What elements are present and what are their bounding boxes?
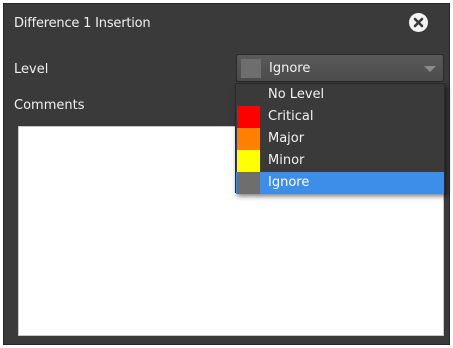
level-option-ignore[interactable]: Ignore xyxy=(236,172,444,194)
level-option-swatch xyxy=(237,128,260,150)
chevron-down-icon xyxy=(424,66,436,72)
level-option-swatch xyxy=(237,172,260,194)
level-option-critical[interactable]: Critical xyxy=(236,106,444,128)
level-option-no-level[interactable]: No Level xyxy=(236,84,444,106)
level-option-label: Minor xyxy=(268,153,305,168)
level-option-swatch xyxy=(237,84,260,106)
level-option-minor[interactable]: Minor xyxy=(236,150,444,172)
level-option-label: No Level xyxy=(268,87,325,102)
level-option-swatch xyxy=(237,106,260,128)
level-select[interactable]: Ignore xyxy=(236,54,444,82)
level-option-label: Major xyxy=(268,131,305,146)
level-option-major[interactable]: Major xyxy=(236,128,444,150)
level-option-swatch xyxy=(237,150,260,172)
difference-dialog: Difference 1 Insertion Level Ignore Comm… xyxy=(3,3,450,345)
level-option-label: Ignore xyxy=(268,175,310,190)
level-label: Level xyxy=(14,62,49,77)
comments-label: Comments xyxy=(14,98,85,113)
close-icon xyxy=(413,17,424,28)
selected-level-value: Ignore xyxy=(269,61,311,76)
level-option-label: Critical xyxy=(268,109,314,124)
level-dropdown-list: No Level Critical Major Minor Ignore xyxy=(235,83,445,194)
selected-level-swatch xyxy=(241,59,261,78)
close-button[interactable] xyxy=(409,13,428,32)
dialog-title: Difference 1 Insertion xyxy=(14,16,151,31)
